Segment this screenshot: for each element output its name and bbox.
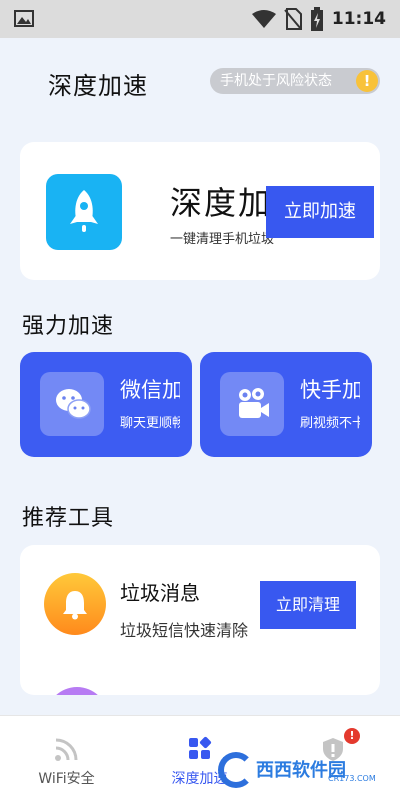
nav-label-wifi-security: WiFi安全: [38, 771, 95, 787]
speed-up-button[interactable]: 立即加速: [266, 186, 374, 238]
clean-now-button[interactable]: 立即清理: [260, 581, 356, 629]
wechat-icon: [40, 372, 104, 436]
watermark-url: CR173.COM: [328, 774, 376, 783]
status-bar: 11:14: [0, 0, 400, 38]
rocket-icon: [46, 174, 122, 250]
deep-speed-card: 深度加速 一键清理手机垃圾 立即加速: [20, 142, 380, 280]
tools-section-title: 推荐工具: [22, 506, 115, 531]
bell-icon: [44, 573, 106, 635]
tool-item-title: 垃圾消息: [120, 581, 200, 605]
no-sim-icon: [284, 8, 302, 30]
grid-icon: [189, 736, 212, 759]
wechat-card-desc: 聊天更顺畅: [120, 416, 180, 431]
wifi-signal-icon: [55, 738, 78, 761]
clock-time: 11:14: [331, 9, 386, 29]
warning-icon: !: [356, 70, 378, 92]
kuaishou-card-desc: 刷视频不卡: [300, 416, 360, 431]
risk-status-pill[interactable]: 手机处于风险状态 !: [210, 68, 380, 94]
wechat-card-title: 微信加速: [120, 378, 180, 402]
tool-item-desc: 垃圾短信快速清除: [120, 621, 249, 640]
alert-badge: !: [344, 728, 360, 744]
battery-charging-icon: [310, 7, 323, 31]
site-watermark: 西西软件园 CR173.COM: [218, 752, 396, 790]
wifi-icon: [251, 10, 276, 28]
kuaishou-icon: [220, 372, 284, 436]
nav-item-wifi-security[interactable]: WiFi安全: [0, 716, 133, 800]
kuaishou-card-title: 快手加速: [300, 378, 360, 402]
power-section-title: 强力加速: [22, 314, 115, 339]
kuaishou-speed-card[interactable]: 快手加速 刷视频不卡: [200, 352, 372, 457]
watermark-logo-icon: [218, 752, 254, 788]
wechat-speed-card[interactable]: 微信加速 聊天更顺畅: [20, 352, 192, 457]
risk-status-text: 手机处于风险状态: [220, 73, 332, 89]
card-subtitle: 一键清理手机垃圾: [170, 232, 275, 247]
next-tool-icon: [46, 687, 108, 695]
image-icon: [14, 10, 34, 27]
page-title: 深度加速: [48, 72, 148, 100]
tools-list: 垃圾消息 垃圾短信快速清除 立即清理: [20, 545, 380, 695]
